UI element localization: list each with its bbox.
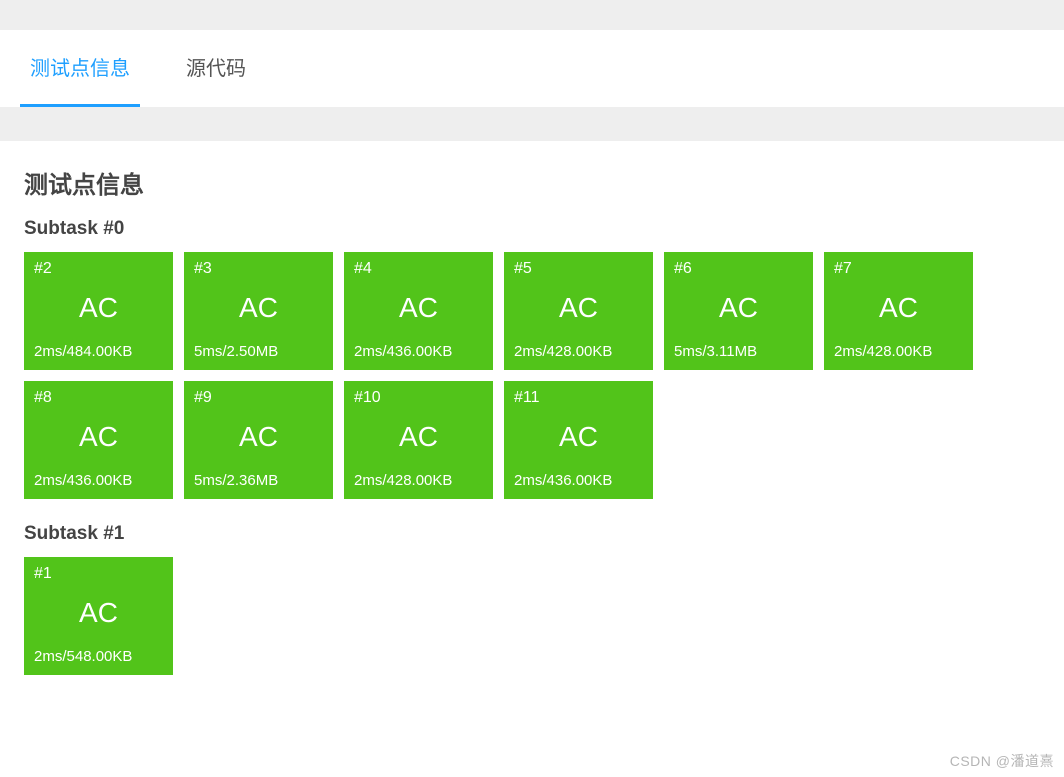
tab-1[interactable]: 源代码 <box>176 30 256 107</box>
testpoint-stats: 2ms/436.00KB <box>354 343 483 360</box>
testpoint-status: AC <box>514 272 643 343</box>
testpoint-card[interactable]: #11AC2ms/436.00KB <box>504 381 653 499</box>
testpoint-status: AC <box>354 272 483 343</box>
tabs-bar: 测试点信息源代码 <box>0 30 1064 107</box>
testpoint-status: AC <box>194 272 323 343</box>
testpoint-status: AC <box>514 401 643 472</box>
testpoint-status: AC <box>34 577 163 648</box>
testpoint-stats: 2ms/436.00KB <box>514 472 643 489</box>
testpoint-stats: 5ms/2.36MB <box>194 472 323 489</box>
testpoint-status: AC <box>354 401 483 472</box>
testpoint-stats: 5ms/3.11MB <box>674 343 803 360</box>
testpoint-card[interactable]: #8AC2ms/436.00KB <box>24 381 173 499</box>
testpoint-status: AC <box>34 272 163 343</box>
testpoint-card[interactable]: #9AC5ms/2.36MB <box>184 381 333 499</box>
testpoint-stats: 2ms/428.00KB <box>354 472 483 489</box>
subtask-title: Subtask #1 <box>24 523 1040 545</box>
testpoint-card[interactable]: #7AC2ms/428.00KB <box>824 252 973 370</box>
testpoint-stats: 2ms/428.00KB <box>514 343 643 360</box>
testpoint-card[interactable]: #5AC2ms/428.00KB <box>504 252 653 370</box>
tab-0[interactable]: 测试点信息 <box>20 30 140 107</box>
testpoint-stats: 2ms/436.00KB <box>34 472 163 489</box>
testpoint-card[interactable]: #10AC2ms/428.00KB <box>344 381 493 499</box>
testpoint-stats: 2ms/548.00KB <box>34 648 163 665</box>
testpoint-stats: 2ms/484.00KB <box>34 343 163 360</box>
testpoint-stats: 5ms/2.50MB <box>194 343 323 360</box>
subtask-title: Subtask #0 <box>24 218 1040 240</box>
testpoint-status: AC <box>34 401 163 472</box>
testpoint-status: AC <box>834 272 963 343</box>
testpoint-stats: 2ms/428.00KB <box>834 343 963 360</box>
testpoint-status: AC <box>674 272 803 343</box>
watermark: CSDN @潘道熹 <box>950 751 1054 771</box>
section-gap <box>0 107 1064 141</box>
testpoint-card[interactable]: #6AC5ms/3.11MB <box>664 252 813 370</box>
subtasks-container: Subtask #0 #2AC2ms/484.00KB#3AC5ms/2.50MB… <box>24 218 1040 675</box>
testpoint-card[interactable]: #2AC2ms/484.00KB <box>24 252 173 370</box>
cards-row: #2AC2ms/484.00KB#3AC5ms/2.50MB#4AC2ms/43… <box>24 252 1040 499</box>
content-region: 测试点信息 Subtask #0 #2AC2ms/484.00KB#3AC5ms/… <box>0 141 1064 739</box>
testpoint-card[interactable]: #4AC2ms/436.00KB <box>344 252 493 370</box>
cards-row: #1AC2ms/548.00KB <box>24 557 1040 675</box>
section-title: 测试点信息 <box>24 165 1040 200</box>
testpoint-card[interactable]: #3AC5ms/2.50MB <box>184 252 333 370</box>
header-region: 测试点信息源代码 <box>0 0 1064 107</box>
testpoint-card[interactable]: #1AC2ms/548.00KB <box>24 557 173 675</box>
testpoint-status: AC <box>194 401 323 472</box>
